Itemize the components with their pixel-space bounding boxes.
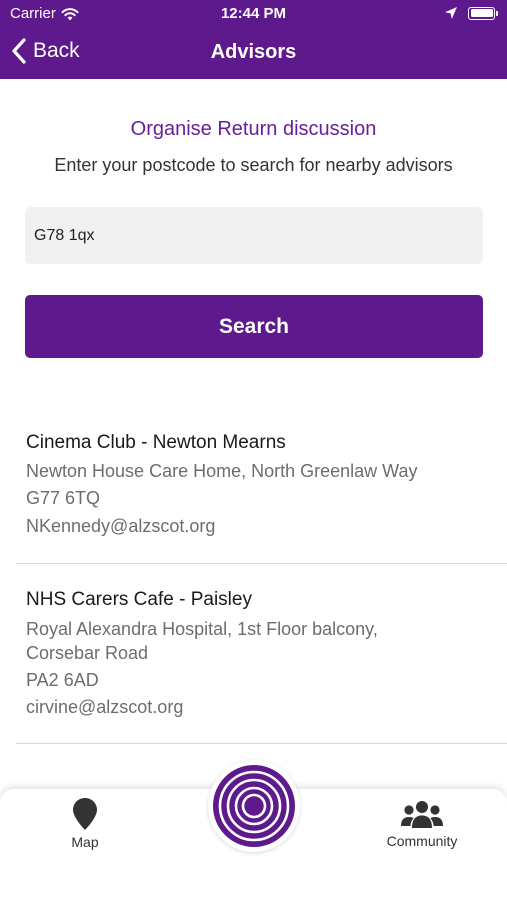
- advisor-email[interactable]: NKennedy@alzscot.org: [26, 516, 215, 537]
- divider: [16, 563, 507, 564]
- divider: [16, 743, 507, 744]
- location-arrow-icon: [445, 7, 457, 19]
- tab-map-label: Map: [71, 834, 99, 850]
- header: Carrier 12:44 PM Back Advisors: [0, 0, 507, 79]
- instructions-text: Enter your postcode to search for nearby…: [54, 155, 453, 175]
- advisor-postcode: PA2 6AD: [26, 670, 99, 690]
- section-subtitle: Organise Return discussion: [130, 118, 377, 140]
- community-icon: [401, 801, 443, 828]
- status-right: [444, 6, 498, 20]
- status-time: 12:44 PM: [220, 5, 287, 22]
- advisor-name: Cinema Club - Newton Mearns: [26, 432, 286, 453]
- nav-bar: Back Advisors: [0, 30, 507, 74]
- tab-community[interactable]: Community: [372, 797, 472, 849]
- tab-community-label: Community: [386, 833, 458, 849]
- map-pin-icon: [73, 798, 97, 830]
- target-rings-icon: [213, 765, 295, 847]
- advisor-postcode: G77 6TQ: [26, 488, 101, 508]
- battery-icon: [468, 6, 498, 20]
- advisor-email[interactable]: cirvine@alzscot.org: [26, 697, 183, 718]
- postcode-input[interactable]: [25, 207, 483, 264]
- advisor-address: Royal Alexandra Hospital, 1st Floor balc…: [26, 619, 378, 639]
- tab-map[interactable]: Map: [55, 797, 115, 850]
- advisor-address-line-2: Corsebar Road: [26, 643, 149, 663]
- advisor-address: Newton House Care Home, North Greenlaw W…: [26, 461, 418, 481]
- center-action-button[interactable]: [208, 760, 300, 852]
- status-bar: Carrier 12:44 PM: [0, 0, 507, 28]
- search-button[interactable]: Search: [25, 295, 483, 358]
- advisor-name: NHS Carers Cafe - Paisley: [26, 589, 252, 610]
- page-title: Advisors: [210, 41, 297, 63]
